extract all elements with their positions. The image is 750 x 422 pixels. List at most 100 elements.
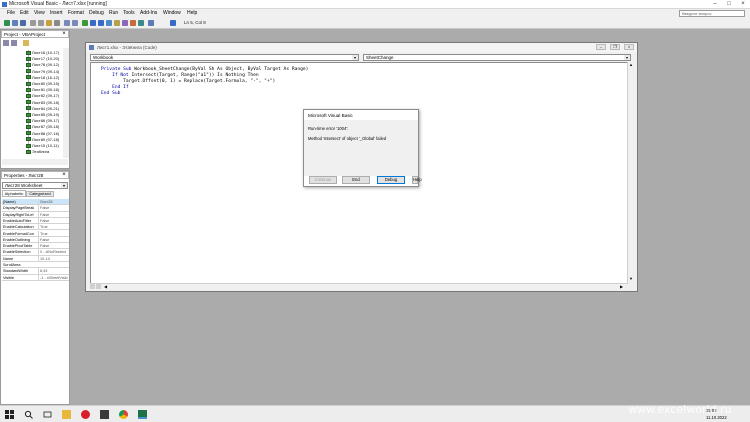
project-tree-item[interactable]: Лист78 (09-12) (32, 62, 59, 67)
project-tree-item[interactable]: Лист17 (10-20) (32, 56, 59, 61)
help-search-input[interactable]: Введите вопрос (679, 10, 745, 17)
procedure-view-icon[interactable] (90, 284, 95, 289)
project-tree-item[interactable]: Лист85 (09-19) (32, 112, 59, 117)
copy-icon[interactable] (38, 20, 44, 26)
property-value[interactable]: False (38, 205, 69, 212)
scroll-left-icon[interactable]: ◀ (104, 284, 110, 290)
scroll-up-icon[interactable]: ▲ (628, 62, 634, 68)
property-value[interactable]: False (38, 243, 69, 250)
module-view-icon[interactable] (96, 284, 101, 289)
close-icon[interactable]: × (624, 44, 634, 50)
menu-file[interactable]: File (7, 10, 15, 16)
view-code-icon[interactable] (3, 40, 9, 46)
property-value[interactable]: True (38, 224, 69, 231)
run-icon[interactable] (82, 20, 88, 26)
project-tree-item[interactable]: Лист89 (07-18) (32, 137, 59, 142)
project-tree-item[interactable]: Лист84 (09-21) (32, 106, 59, 111)
tab-alphabetic[interactable]: Alphabetic (2, 190, 26, 197)
project-explorer-icon[interactable] (114, 20, 120, 26)
object-combo[interactable]: Workbook ▾ (90, 54, 359, 61)
project-tree-item[interactable]: Лист16 (10-17) (32, 50, 59, 55)
property-row[interactable]: Visible -1 - xlSheetVisib (2, 274, 69, 281)
property-value[interactable]: False (38, 211, 69, 218)
start-windows-icon[interactable] (5, 410, 14, 419)
menu-format[interactable]: Format (68, 10, 84, 16)
menu-debug[interactable]: Debug (89, 10, 104, 16)
property-value[interactable]: 8,43 (38, 268, 69, 275)
project-tree-item[interactable]: Лист15 (10-11) (32, 143, 59, 148)
menu-add-ins[interactable]: Add-Ins (140, 10, 157, 16)
scroll-down-icon[interactable]: ▼ (628, 276, 634, 282)
close-icon[interactable]: × (61, 172, 67, 178)
toggle-folders-icon[interactable] (23, 40, 29, 46)
menu-tools[interactable]: Tools (123, 10, 135, 16)
project-tree-item[interactable]: Лист83 (09-18) (32, 100, 59, 105)
chevron-down-icon[interactable]: ▾ (61, 183, 67, 188)
view-excel-icon[interactable] (4, 20, 10, 26)
close-icon[interactable]: × (61, 31, 67, 37)
property-value[interactable]: Лист28 (38, 199, 69, 205)
break-icon[interactable] (90, 20, 96, 26)
save-icon[interactable] (20, 20, 26, 26)
project-tree-item[interactable]: Лист79 (09-14) (32, 69, 59, 74)
chevron-down-icon[interactable]: ▾ (352, 55, 358, 60)
minimize-button[interactable]: – (596, 44, 606, 50)
view-object-icon[interactable] (11, 40, 17, 46)
design-mode-icon[interactable] (106, 20, 112, 26)
redo-icon[interactable] (72, 20, 78, 26)
menu-window[interactable]: Window (163, 10, 181, 16)
properties-window-icon[interactable] (122, 20, 128, 26)
object-browser-icon[interactable] (130, 20, 136, 26)
project-vscrollbar[interactable] (63, 48, 69, 158)
menu-view[interactable]: View (34, 10, 45, 16)
code-hscrollbar[interactable]: ◀ ▶ (90, 283, 628, 290)
code-vscrollbar[interactable]: ▲ ▼ (627, 62, 634, 284)
menu-insert[interactable]: Insert (50, 10, 63, 16)
help-button[interactable]: Help (412, 176, 422, 184)
undo-icon[interactable] (64, 20, 70, 26)
tab-categorized[interactable]: Categorized (26, 191, 54, 197)
project-tree-item[interactable]: Лист82 (09-17) (32, 93, 59, 98)
menu-edit[interactable]: Edit (20, 10, 29, 16)
reset-icon[interactable] (98, 20, 104, 26)
project-tree-item[interactable]: ЭтаКнига (32, 149, 49, 154)
project-hscrollbar[interactable] (2, 159, 68, 165)
menu-run[interactable]: Run (109, 10, 118, 16)
paste-icon[interactable] (46, 20, 52, 26)
project-tree-item[interactable]: Лист86 (09-17) (32, 118, 59, 123)
file-explorer-icon[interactable] (62, 410, 71, 419)
chevron-down-icon[interactable]: ▾ (624, 55, 630, 60)
property-value[interactable]: True (38, 230, 69, 237)
menu-help[interactable]: Help (187, 10, 197, 16)
opera-browser-icon[interactable] (81, 410, 90, 419)
search-icon[interactable] (24, 410, 33, 419)
project-tree-item[interactable]: Лист80 (09-15) (32, 81, 59, 86)
property-value[interactable]: 10-14 (38, 255, 69, 262)
maximize-button[interactable]: □ (722, 0, 736, 9)
property-value[interactable]: False (38, 236, 69, 243)
project-tree-item[interactable]: Лист18 (16-12) (32, 75, 59, 80)
object-select[interactable]: Лист28 Worksheet ▾ (2, 182, 68, 189)
project-tree-item[interactable]: Лист88 (07-16) (32, 131, 59, 136)
toolbox-icon[interactable] (138, 20, 144, 26)
cut-icon[interactable] (30, 20, 36, 26)
task-view-icon[interactable] (43, 410, 52, 419)
notes-app-icon[interactable] (100, 410, 109, 419)
property-value[interactable]: 0 - xlNoRestrict (38, 249, 69, 256)
property-value[interactable]: False (38, 217, 69, 224)
help-question-icon[interactable] (170, 20, 176, 26)
end-button[interactable]: End (342, 176, 370, 184)
insert-module-icon[interactable] (12, 20, 18, 26)
close-window-button[interactable]: × (736, 0, 750, 9)
project-tree-item[interactable]: Лист87 (09-18) (32, 124, 59, 129)
property-value[interactable]: -1 - xlSheetVisib (38, 274, 69, 281)
find-icon[interactable] (54, 20, 60, 26)
chrome-browser-icon[interactable] (119, 410, 128, 419)
restore-button[interactable]: ❐ (610, 44, 620, 50)
debug-button[interactable]: Debug (377, 176, 405, 184)
excel-app-icon[interactable] (138, 410, 147, 419)
minimize-button[interactable]: – (708, 0, 722, 9)
help-icon[interactable] (148, 20, 154, 26)
continue-button[interactable]: Continue (309, 176, 337, 184)
scroll-right-icon[interactable]: ▶ (620, 284, 626, 290)
